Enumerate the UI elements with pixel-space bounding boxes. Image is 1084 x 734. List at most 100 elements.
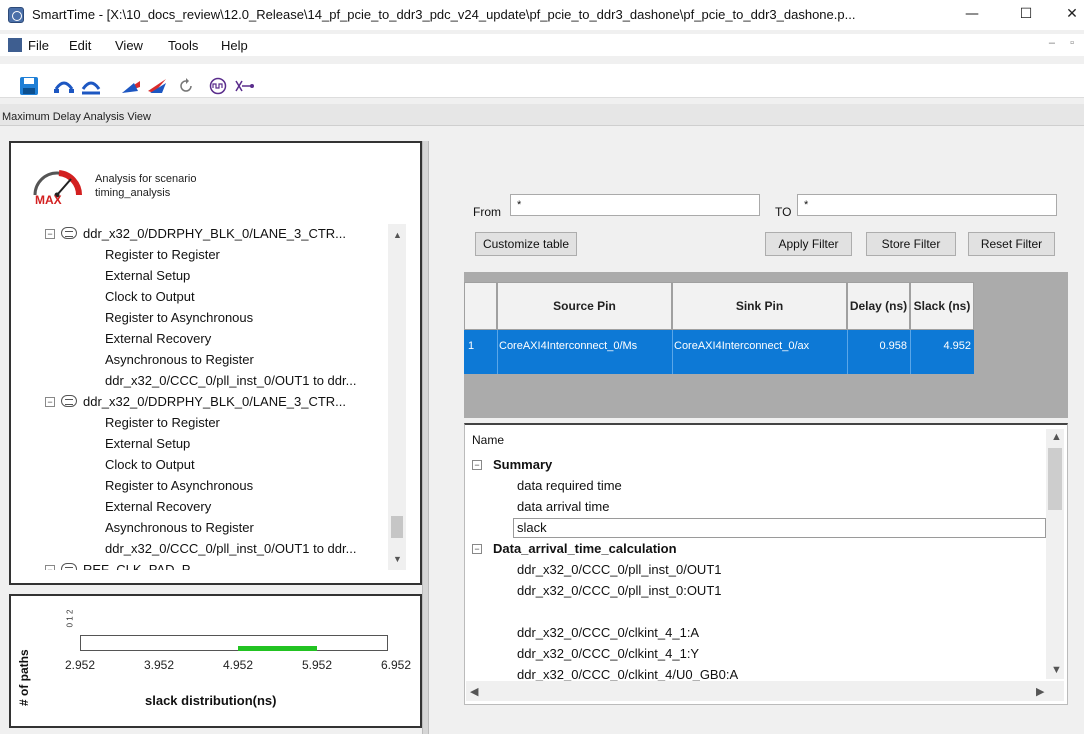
- expand-paths-icon[interactable]: [53, 76, 75, 96]
- collapse-toggle-icon[interactable]: −: [45, 397, 55, 407]
- tree-item[interactable]: External Setup: [45, 434, 396, 454]
- collapse-paths-icon[interactable]: [80, 76, 102, 96]
- scroll-left-icon[interactable]: ◀: [470, 685, 478, 698]
- smarttime-app-icon[interactable]: [8, 7, 24, 23]
- sink-pin-cell[interactable]: CoreAXI4Interconnect_0/ax: [674, 340, 845, 352]
- table-row[interactable]: [464, 330, 974, 374]
- tree-item[interactable]: ddr_x32_0/CCC_0/pll_inst_0/OUT1 to ddr..…: [105, 371, 356, 391]
- details-item[interactable]: ddr_x32_0/CCC_0/clkint_4_1:Y: [517, 646, 699, 661]
- path-analysis-icon[interactable]: [233, 76, 255, 96]
- tree-item-label: Register to Register: [105, 415, 220, 430]
- histogram-plot: [80, 635, 388, 651]
- collapse-toggle-icon[interactable]: −: [472, 460, 482, 470]
- slack-row-focus[interactable]: [513, 518, 1046, 538]
- details-item[interactable]: ddr_x32_0/CCC_0/pll_inst_0:OUT1: [517, 583, 722, 598]
- details-item[interactable]: slack: [517, 520, 547, 535]
- refresh-icon[interactable]: [175, 76, 197, 96]
- tree-item-label: Clock to Output: [105, 289, 195, 304]
- collapse-toggle-icon[interactable]: −: [45, 229, 55, 239]
- column-header-delay[interactable]: Delay (ns): [847, 282, 910, 330]
- tree-item-label: Asynchronous to Register: [105, 352, 254, 367]
- tree-item[interactable]: Asynchronous to Register: [45, 518, 395, 538]
- apply-filter-button[interactable]: Apply Filter: [765, 232, 852, 256]
- tree-item[interactable]: Asynchronous to Register: [45, 350, 395, 370]
- to-filter-input[interactable]: *: [797, 194, 1057, 216]
- tree-item[interactable]: External Recovery: [105, 329, 211, 349]
- minimize-button[interactable]: —: [962, 4, 982, 24]
- view-title: Maximum Delay Analysis View: [2, 111, 151, 123]
- collapse-toggle-icon[interactable]: −: [472, 544, 482, 554]
- clock-domain-icon: [61, 395, 77, 407]
- row-index-header: [464, 282, 497, 330]
- slack-cell: 4.952: [943, 340, 971, 352]
- column-header-source-pin[interactable]: Source Pin: [497, 282, 672, 330]
- customize-table-button[interactable]: Customize table: [475, 232, 577, 256]
- tree-item-label: ddr_x32_0/CCC_0/pll_inst_0/OUT1 to ddr..…: [105, 541, 357, 556]
- details-section[interactable]: Data_arrival_time_calculation: [493, 541, 677, 556]
- tree-item[interactable]: Register to Register: [105, 413, 220, 433]
- from-label: From: [473, 205, 501, 219]
- clock-icon[interactable]: [207, 76, 229, 96]
- save-icon[interactable]: [18, 76, 40, 96]
- collapse-toggle-icon[interactable]: −: [45, 565, 55, 570]
- histogram-y-ticks: 0 1 2: [65, 609, 75, 628]
- source-pin-cell[interactable]: CoreAXI4Interconnect_0/Ms: [499, 340, 670, 352]
- details-item[interactable]: data arrival time: [517, 499, 609, 514]
- panel-splitter[interactable]: [422, 141, 429, 734]
- tree-item[interactable]: Register to Register: [105, 245, 220, 265]
- tree-item[interactable]: Clock to Output: [105, 287, 195, 307]
- column-header-slack[interactable]: Slack (ns): [910, 282, 974, 330]
- column-header-sink-pin[interactable]: Sink Pin: [672, 282, 847, 330]
- menu-file[interactable]: File: [28, 38, 49, 53]
- histogram-x-tick: 6.952: [381, 658, 412, 672]
- cell-divider: [497, 330, 498, 374]
- histogram-x-tick: 5.952: [302, 658, 333, 672]
- histogram-x-tick: 2.952: [65, 658, 96, 672]
- tree-item[interactable]: Clock to Output: [105, 455, 195, 475]
- tree-group-row[interactable]: − ddr_x32_0/DDRPHY_BLK_0/LANE_3_CTR...: [45, 224, 346, 244]
- tree-group-row[interactable]: − REF_CLK_PAD_P: [45, 560, 190, 570]
- menu-edit[interactable]: Edit: [69, 38, 91, 53]
- cell-divider: [847, 330, 848, 374]
- from-filter-input[interactable]: *: [510, 194, 760, 216]
- row-index-cell: 1: [468, 340, 475, 352]
- tree-item[interactable]: Register to Asynchronous: [45, 308, 396, 328]
- tree-item[interactable]: ddr_x32_0/CCC_0/pll_inst_0/OUT1 to ddr..…: [105, 539, 356, 559]
- scroll-right-icon[interactable]: ▶: [1036, 685, 1044, 698]
- details-horizontal-scrollbar[interactable]: [466, 681, 1064, 701]
- document-menu-icon[interactable]: [8, 38, 22, 52]
- menu-tools[interactable]: Tools: [168, 38, 198, 53]
- to-label: TO: [775, 205, 792, 219]
- reset-filter-button[interactable]: Reset Filter: [968, 232, 1055, 256]
- set-sink-icon[interactable]: [146, 76, 168, 96]
- details-item[interactable]: ddr_x32_0/CCC_0/clkint_4_1:A: [517, 625, 699, 640]
- tree-item-label: External Recovery: [105, 499, 212, 514]
- tree-item[interactable]: External Recovery: [105, 497, 211, 517]
- details-section[interactable]: Summary: [493, 457, 552, 472]
- tree-item[interactable]: Register to Asynchronous: [45, 476, 396, 496]
- clock-domain-icon: [61, 227, 77, 239]
- details-item[interactable]: data required time: [517, 478, 622, 493]
- details-item[interactable]: ddr_x32_0/CCC_0/pll_inst_0/OUT1: [517, 562, 722, 577]
- tree-scroll-thumb[interactable]: [391, 516, 403, 538]
- tree-group-row[interactable]: − ddr_x32_0/DDRPHY_BLK_0/LANE_3_CTR...: [45, 392, 346, 412]
- set-source-icon[interactable]: [120, 76, 142, 96]
- details-scroll-thumb[interactable]: [1048, 448, 1062, 510]
- scroll-up-icon[interactable]: ▲: [1051, 431, 1062, 443]
- scroll-down-icon[interactable]: ▼: [1051, 664, 1062, 676]
- details-item[interactable]: ddr_x32_0/CCC_0/clkint_4/U0_GB0:A: [517, 667, 738, 682]
- scroll-up-icon[interactable]: ▲: [393, 230, 402, 240]
- scroll-down-icon[interactable]: ▼: [393, 554, 402, 564]
- tree-item-label: Register to Register: [105, 247, 220, 262]
- scenario-name: timing_analysis: [95, 187, 171, 199]
- store-filter-button[interactable]: Store Filter: [866, 232, 956, 256]
- tree-item[interactable]: External Setup: [45, 266, 396, 286]
- cell-divider: [910, 330, 911, 374]
- maximize-button[interactable]: ☐: [1016, 4, 1036, 24]
- tree-item-label: External Setup: [105, 436, 191, 451]
- histogram-x-label: slack distribution(ns): [145, 693, 277, 708]
- mdi-window-controls[interactable]: – ▫: [1049, 37, 1080, 49]
- menu-view[interactable]: View: [115, 38, 143, 53]
- close-button[interactable]: ✕: [1062, 4, 1082, 24]
- menu-help[interactable]: Help: [221, 38, 248, 53]
